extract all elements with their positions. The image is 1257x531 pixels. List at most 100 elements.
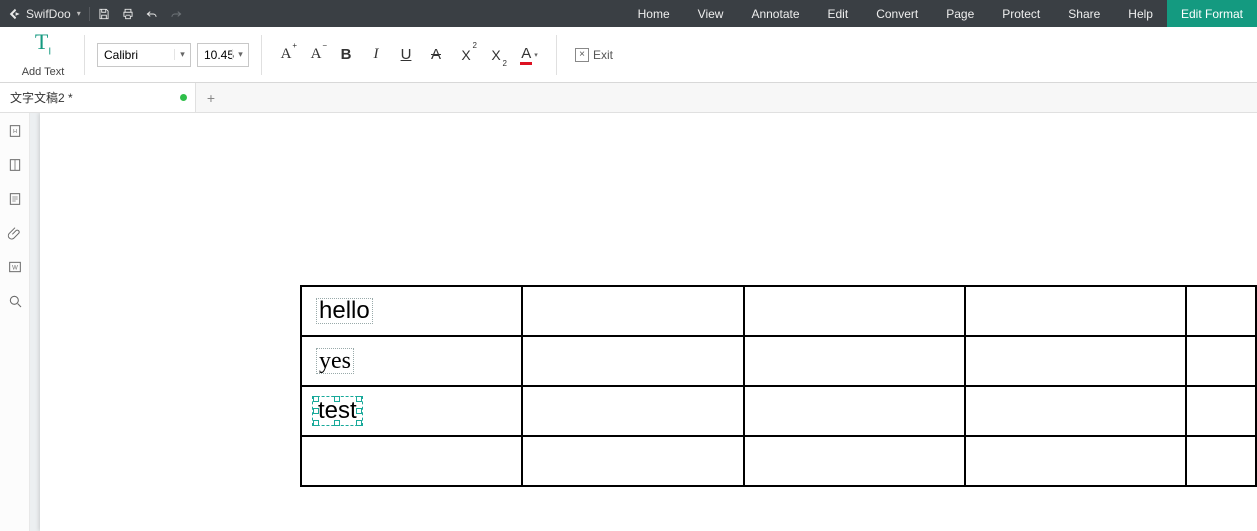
- document-tab-title: 文字文稿2 *: [10, 89, 73, 106]
- menu-edit-format[interactable]: Edit Format: [1167, 0, 1257, 27]
- table-cell[interactable]: [1186, 336, 1256, 386]
- bookmarks-button[interactable]: [3, 153, 27, 177]
- word-export-button[interactable]: W: [3, 255, 27, 279]
- search-button[interactable]: [3, 289, 27, 313]
- table-row[interactable]: hello: [301, 286, 1256, 336]
- table-cell[interactable]: [301, 436, 522, 486]
- plus-icon: +: [292, 41, 297, 50]
- search-icon: [7, 293, 23, 309]
- menu-page[interactable]: Page: [932, 0, 988, 27]
- active-text-selection[interactable]: test: [316, 399, 359, 423]
- table-row[interactable]: test: [301, 386, 1256, 436]
- resize-handle[interactable]: [313, 420, 319, 426]
- table-cell[interactable]: [965, 436, 1186, 486]
- table-row[interactable]: [301, 436, 1256, 486]
- increase-font-button[interactable]: A+: [274, 43, 298, 67]
- resize-handle[interactable]: [356, 420, 362, 426]
- new-tab-button[interactable]: +: [196, 83, 226, 112]
- attachments-button[interactable]: [3, 221, 27, 245]
- ribbon-group-format: A+ A− B I U A X2 X2 A ▾: [268, 43, 550, 67]
- annotations-icon: [7, 191, 23, 207]
- bold-button[interactable]: B: [334, 43, 358, 67]
- resize-handle[interactable]: [334, 396, 340, 402]
- table-cell[interactable]: [965, 286, 1186, 336]
- font-name-combo[interactable]: Calibri ▾: [97, 43, 191, 67]
- table-cell[interactable]: [965, 336, 1186, 386]
- add-text-button[interactable]: TI Add Text: [14, 31, 72, 77]
- close-icon: ×: [575, 48, 589, 62]
- font-size-combo[interactable]: 10.45 ▾: [197, 43, 249, 67]
- table-cell[interactable]: [522, 336, 743, 386]
- subscript-button[interactable]: X2: [484, 43, 508, 67]
- table-cell[interactable]: [1186, 386, 1256, 436]
- table-cell[interactable]: [744, 286, 965, 336]
- app-name: SwifDoo: [26, 7, 71, 21]
- cell-text[interactable]: hello: [316, 298, 373, 324]
- menu-convert[interactable]: Convert: [862, 0, 932, 27]
- table-cell[interactable]: hello: [301, 286, 522, 336]
- app-logo: SwifDoo ▾: [0, 7, 87, 21]
- table-cell[interactable]: yes: [301, 336, 522, 386]
- underline-button[interactable]: U: [394, 43, 418, 67]
- undo-button[interactable]: [140, 0, 164, 27]
- document-table[interactable]: hello yes: [300, 285, 1257, 487]
- print-button[interactable]: [116, 0, 140, 27]
- menu-edit[interactable]: Edit: [814, 0, 863, 27]
- save-icon: [97, 7, 111, 21]
- add-text-label: Add Text: [22, 66, 65, 78]
- table-cell[interactable]: [522, 286, 743, 336]
- resize-handle[interactable]: [334, 420, 340, 426]
- decrease-font-button[interactable]: A−: [304, 43, 328, 67]
- italic-button[interactable]: I: [364, 43, 388, 67]
- minus-icon: −: [322, 41, 327, 50]
- font-color-icon: A: [520, 45, 532, 65]
- strikethrough-button[interactable]: A: [424, 43, 448, 67]
- page[interactable]: hello yes: [40, 113, 1257, 531]
- chevron-down-icon: ▾: [534, 51, 538, 59]
- annotations-button[interactable]: [3, 187, 27, 211]
- ribbon-group-exit: × Exit: [563, 43, 625, 67]
- resize-handle[interactable]: [313, 396, 319, 402]
- table-cell[interactable]: [965, 386, 1186, 436]
- resize-handle[interactable]: [356, 396, 362, 402]
- bookmarks-icon: [7, 157, 23, 173]
- exit-button[interactable]: × Exit: [569, 43, 619, 67]
- ribbon: TI Add Text Calibri ▾ 10.45 ▾ A+ A− B I …: [0, 27, 1257, 83]
- side-panel: H W: [0, 113, 30, 531]
- menu-protect[interactable]: Protect: [988, 0, 1054, 27]
- chevron-down-icon: ▾: [174, 49, 190, 60]
- app-menu-caret-icon[interactable]: ▾: [77, 9, 81, 18]
- table-cell[interactable]: [744, 386, 965, 436]
- canvas[interactable]: hello yes: [30, 113, 1257, 531]
- thumbnails-button[interactable]: H: [3, 119, 27, 143]
- table-cell[interactable]: [1186, 436, 1256, 486]
- redo-button[interactable]: [164, 0, 188, 27]
- font-color-button[interactable]: A ▾: [514, 43, 544, 67]
- save-button[interactable]: [92, 0, 116, 27]
- table-row[interactable]: yes: [301, 336, 1256, 386]
- superscript-button[interactable]: X2: [454, 43, 478, 67]
- resize-handle[interactable]: [313, 408, 319, 414]
- document-tab[interactable]: 文字文稿2 *: [0, 83, 196, 112]
- table-cell[interactable]: [1186, 286, 1256, 336]
- ribbon-group-font: Calibri ▾ 10.45 ▾: [91, 43, 255, 67]
- word-icon: W: [7, 259, 23, 275]
- table-cell[interactable]: test: [301, 386, 522, 436]
- svg-text:H: H: [13, 129, 17, 135]
- table-cell[interactable]: [522, 386, 743, 436]
- table-cell[interactable]: [522, 436, 743, 486]
- titlebar: SwifDoo ▾ Home View Annotate Edit Conver…: [0, 0, 1257, 27]
- menu-home[interactable]: Home: [624, 0, 684, 27]
- cell-text[interactable]: yes: [316, 348, 354, 374]
- menu-help[interactable]: Help: [1114, 0, 1167, 27]
- menu-share[interactable]: Share: [1054, 0, 1114, 27]
- table-cell[interactable]: [744, 436, 965, 486]
- table-cell[interactable]: [744, 336, 965, 386]
- resize-handle[interactable]: [356, 408, 362, 414]
- undo-icon: [145, 7, 159, 21]
- menu-view[interactable]: View: [684, 0, 738, 27]
- menu-annotate[interactable]: Annotate: [737, 0, 813, 27]
- separator: [261, 35, 262, 75]
- add-text-icon: TI: [35, 31, 51, 63]
- modified-indicator-icon: [180, 94, 187, 101]
